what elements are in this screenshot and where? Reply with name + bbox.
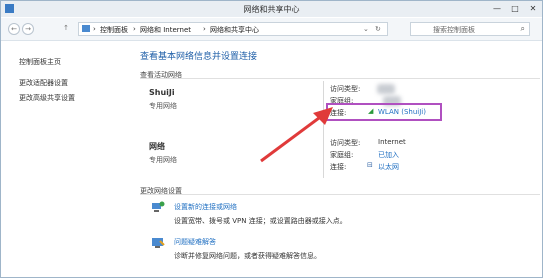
- wifi-signal-icon: ◢: [368, 107, 374, 115]
- main-content: 查看基本网络信息并设置连接 查看活动网络 ShuiJi 专用网络 访问类型: 家…: [127, 41, 542, 277]
- network-type: 专用网络: [149, 156, 177, 164]
- sidebar-item-change-adapter[interactable]: 更改适配器设置: [19, 78, 68, 88]
- breadcrumb-control-panel[interactable]: 控制面板: [100, 25, 128, 35]
- setup-new-connection-link[interactable]: 设置新的连接或网络: [174, 202, 237, 212]
- ethernet-icon: ⊟: [367, 161, 373, 169]
- new-connection-icon: [151, 201, 165, 213]
- sidebar-item-advanced-sharing[interactable]: 更改高级共享设置: [19, 93, 75, 103]
- back-button[interactable]: ←: [8, 23, 20, 35]
- address-bar[interactable]: › 控制面板 › 网络和 Internet › 网络和共享中心 ⌄ ↻: [78, 22, 388, 36]
- setup-new-connection-desc: 设置宽带、拨号或 VPN 连接；或设置路由器或接入点。: [174, 217, 347, 225]
- search-placeholder: 搜索控制面板: [433, 26, 475, 34]
- forward-button[interactable]: →: [22, 23, 34, 35]
- network-type: 专用网络: [149, 102, 177, 110]
- breadcrumb-network-internet[interactable]: 网络和 Internet: [140, 25, 191, 35]
- navigation-bar: ← → ↑ › 控制面板 › 网络和 Internet › 网络和共享中心 ⌄ …: [1, 18, 542, 41]
- section-divider: [140, 194, 540, 195]
- troubleshoot-link[interactable]: 问题疑难解答: [174, 237, 216, 247]
- wlan-connection-link[interactable]: WLAN (ShuiJi): [378, 108, 426, 116]
- maximize-button[interactable]: □: [508, 3, 522, 14]
- obscured-value: [377, 84, 395, 94]
- search-icon: ⌕: [520, 24, 525, 33]
- search-input[interactable]: 搜索控制面板 ⌕: [410, 22, 530, 36]
- up-button[interactable]: ↑: [61, 23, 71, 33]
- control-panel-icon: [82, 25, 90, 32]
- homegroup-link[interactable]: 已加入: [378, 150, 399, 160]
- section-divider: [140, 78, 540, 79]
- troubleshoot-icon: [151, 237, 165, 249]
- ethernet-connection-link[interactable]: 以太网: [378, 162, 399, 172]
- dropdown-icon[interactable]: ⌄: [363, 25, 369, 33]
- refresh-icon[interactable]: ↻: [375, 25, 381, 33]
- breadcrumb-separator: ›: [203, 25, 206, 33]
- sidebar: 控制面板主页 更改适配器设置 更改高级共享设置: [1, 41, 126, 277]
- window-title: 网络和共享中心: [243, 5, 300, 14]
- network-name: 网络: [149, 142, 165, 151]
- close-button[interactable]: ✕: [526, 3, 540, 14]
- pointer-arrow-icon: [260, 107, 333, 163]
- title-bar: 网络和共享中心 — □ ✕: [1, 1, 542, 17]
- minimize-button[interactable]: —: [490, 3, 504, 14]
- access-type-value: Internet: [378, 138, 406, 146]
- page-title: 查看基本网络信息并设置连接: [140, 52, 258, 62]
- network-name: ShuiJi: [149, 88, 175, 97]
- troubleshoot-desc: 诊断并修复网络问题，或者获得疑难解答信息。: [174, 252, 321, 260]
- breadcrumb-network-center[interactable]: 网络和共享中心: [210, 25, 259, 35]
- breadcrumb-separator: ›: [133, 25, 136, 33]
- breadcrumb-separator: ›: [93, 25, 96, 33]
- access-type-label: 访问类型:: [330, 85, 361, 93]
- sidebar-item-control-panel-home[interactable]: 控制面板主页: [19, 57, 61, 67]
